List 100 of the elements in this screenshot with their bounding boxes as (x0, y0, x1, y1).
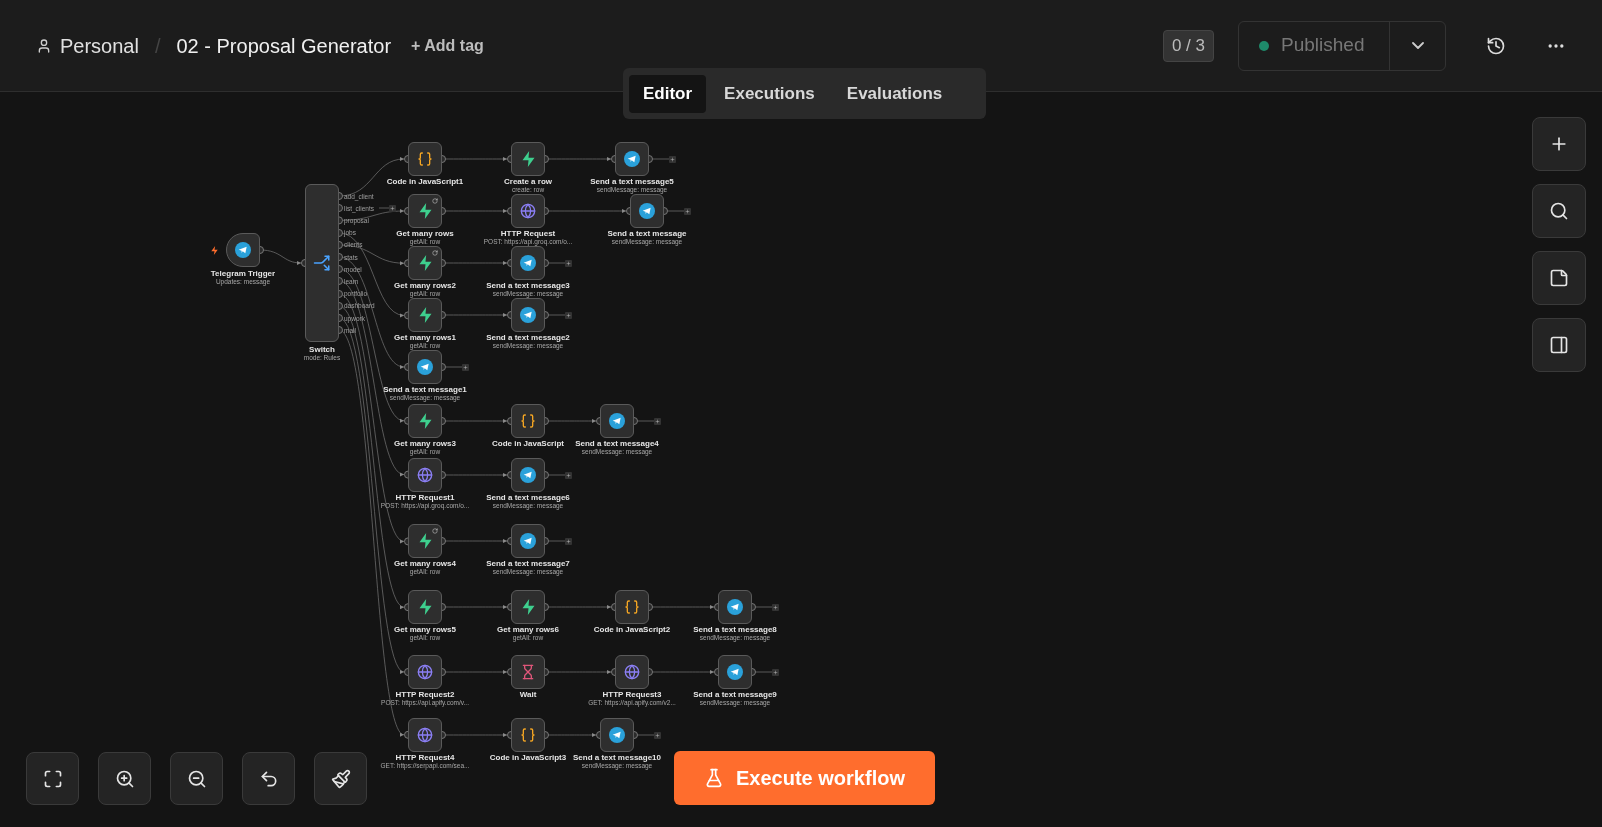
braces-icon (520, 727, 536, 743)
workflow-node[interactable] (408, 524, 442, 558)
node-title: Send a text message7 (486, 559, 570, 568)
workflow-node[interactable] (408, 298, 442, 332)
node-title: Get many rows6 (497, 625, 559, 634)
search-button[interactable] (1532, 184, 1586, 238)
workflow-node[interactable] (600, 718, 634, 752)
plus-icon (773, 669, 778, 675)
workflow-node[interactable] (511, 458, 545, 492)
clear-button[interactable] (314, 752, 367, 805)
add-node-button[interactable] (462, 363, 469, 371)
circular-arrow-icon (432, 250, 438, 256)
status-label: Published (1281, 33, 1365, 58)
lightning-icon (417, 307, 433, 323)
workflow-node[interactable] (511, 298, 545, 332)
plus-icon (566, 538, 571, 544)
workflow-node[interactable] (511, 655, 545, 689)
plus-icon (463, 364, 468, 370)
workflow-name[interactable]: 02 - Proposal Generator (176, 30, 392, 61)
counter-badge: 0 / 3 (1162, 29, 1214, 62)
lightning-icon (417, 413, 433, 429)
add-node-button[interactable] (772, 668, 779, 676)
add-node-button[interactable] (669, 155, 676, 163)
zoom-in-button[interactable] (98, 752, 151, 805)
undo-button[interactable] (242, 752, 295, 805)
workflow-node[interactable] (630, 194, 664, 228)
workflow-node[interactable] (718, 590, 752, 624)
view-tab[interactable]: Executions (710, 74, 829, 113)
node-title: Code in JavaScript (492, 439, 564, 448)
node-title: Send a text message3 (486, 281, 570, 290)
workflow-node[interactable] (408, 458, 442, 492)
add-node-button[interactable] (565, 471, 572, 479)
workflow-node[interactable] (511, 718, 545, 752)
node-title: Send a text message6 (486, 493, 570, 502)
node-title: Get many rows4 (394, 559, 456, 568)
trigger-node[interactable] (226, 233, 260, 267)
workflow-node[interactable] (615, 142, 649, 176)
node-title: Send a text message1 (383, 385, 467, 394)
workflow-node[interactable] (718, 655, 752, 689)
paper-plane-icon (520, 255, 536, 271)
switch-node[interactable] (305, 184, 339, 342)
sticky-note-button[interactable] (1532, 251, 1586, 305)
lightning-icon (417, 533, 433, 549)
node-title: Code in JavaScript3 (489, 753, 567, 762)
node-title: Get many rows2 (394, 281, 456, 290)
plus-icon (566, 472, 571, 478)
workflow-node[interactable] (511, 142, 545, 176)
node-title: Send a text message4 (575, 439, 659, 448)
node-title: Get many rows (396, 229, 454, 238)
zoom-out-button[interactable] (170, 752, 223, 805)
add-tag-button[interactable]: + Add tag (411, 33, 484, 58)
fit-view-button[interactable] (26, 752, 79, 805)
paper-plane-icon (520, 467, 536, 483)
workflow-node[interactable] (408, 246, 442, 280)
workflow-node[interactable] (511, 404, 545, 438)
workflow-node[interactable] (615, 590, 649, 624)
workflow-node[interactable] (511, 524, 545, 558)
braces-icon (624, 599, 640, 615)
workflow-node[interactable] (600, 404, 634, 438)
add-node-button[interactable] (565, 537, 572, 545)
plus-icon (390, 205, 395, 211)
add-node-button[interactable] (654, 731, 661, 739)
node-title: HTTP Request1 (395, 493, 455, 502)
zoom-out-icon (186, 768, 207, 789)
node-title: Send a text message5 (590, 177, 674, 186)
lightning-icon (417, 203, 433, 219)
globe-icon (520, 203, 536, 219)
workflow-node[interactable] (408, 194, 442, 228)
workflow-node[interactable] (408, 404, 442, 438)
node-title: Get many rows3 (394, 439, 456, 448)
workflow-node[interactable] (408, 590, 442, 624)
paper-plane-icon (609, 413, 625, 429)
plus-icon (773, 604, 778, 610)
workflow-node[interactable] (511, 590, 545, 624)
chevron-down-icon (1411, 42, 1424, 49)
panel-toggle-button[interactable] (1532, 318, 1586, 372)
search-icon (1549, 201, 1569, 221)
workflow-node[interactable] (408, 655, 442, 689)
add-node-button[interactable] (565, 259, 572, 267)
view-tab[interactable]: Evaluations (832, 74, 957, 113)
add-node-button[interactable] (654, 417, 661, 425)
paper-plane-icon (727, 664, 743, 680)
add-node-button[interactable] (1532, 117, 1586, 171)
workflow-node[interactable] (408, 142, 442, 176)
add-node-button[interactable] (389, 204, 396, 212)
add-node-button[interactable] (772, 603, 779, 611)
node-title: Send a text message (607, 229, 687, 238)
workflow-node[interactable] (408, 718, 442, 752)
project-link[interactable]: Personal (60, 30, 139, 61)
lightning-icon (520, 151, 536, 167)
view-tab[interactable]: Editor (629, 74, 707, 113)
workflow-node[interactable] (408, 350, 442, 384)
published-button[interactable]: Published (1239, 21, 1389, 70)
paper-plane-icon (609, 727, 625, 743)
workflow-node[interactable] (615, 655, 649, 689)
workflow-node[interactable] (511, 194, 545, 228)
add-node-button[interactable] (684, 207, 691, 215)
workflow-node[interactable] (511, 246, 545, 280)
add-node-button[interactable] (565, 311, 572, 319)
history-icon[interactable] (1486, 35, 1506, 56)
